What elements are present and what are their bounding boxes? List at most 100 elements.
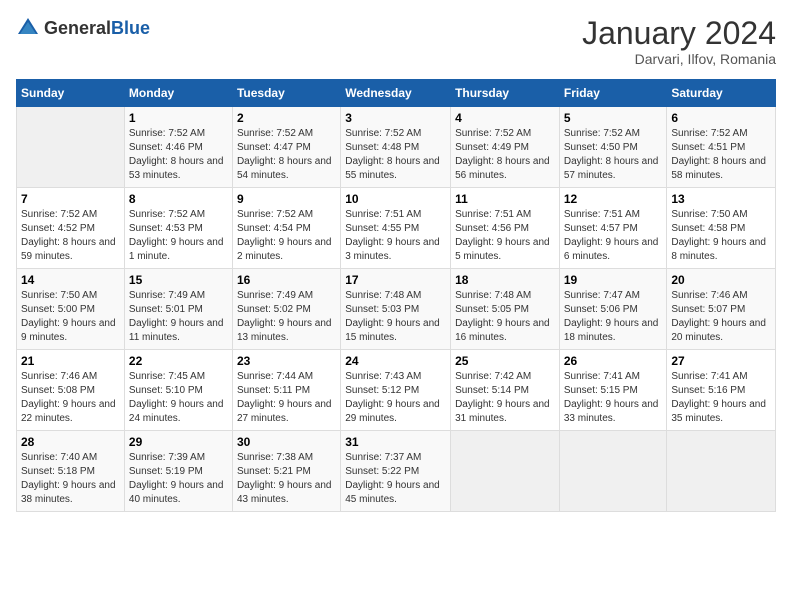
calendar-cell: 11Sunrise: 7:51 AMSunset: 4:56 PMDayligh… bbox=[451, 188, 560, 269]
day-info: Sunrise: 7:52 AMSunset: 4:47 PMDaylight:… bbox=[237, 127, 336, 183]
week-row-5: 28 Sunrise: 7:40 AMSunset: 5:18 PMDayligh… bbox=[17, 431, 776, 512]
day-number: 17 bbox=[345, 273, 446, 287]
logo-icon bbox=[16, 16, 40, 40]
day-number: 2 bbox=[237, 111, 336, 125]
calendar-cell: 4 Sunrise: 7:52 AMSunset: 4:49 PMDaylight… bbox=[451, 107, 560, 188]
calendar-cell bbox=[17, 107, 125, 188]
header-cell-saturday: Saturday bbox=[667, 80, 776, 107]
day-info: Sunrise: 7:38 AMSunset: 5:21 PMDaylight:… bbox=[237, 451, 336, 507]
day-info: Sunrise: 7:47 AMSunset: 5:06 PMDaylight:… bbox=[564, 289, 663, 345]
header-cell-tuesday: Tuesday bbox=[232, 80, 340, 107]
calendar-cell: 7 Sunrise: 7:52 AMSunset: 4:52 PMDaylight… bbox=[17, 188, 125, 269]
calendar-cell: 24 Sunrise: 7:43 AMSunset: 5:12 PMDayligh… bbox=[341, 350, 451, 431]
day-number: 6 bbox=[671, 111, 771, 125]
day-info: Sunrise: 7:52 AMSunset: 4:53 PMDaylight:… bbox=[129, 208, 228, 264]
calendar-cell: 18Sunrise: 7:48 AMSunset: 5:05 PMDayligh… bbox=[451, 269, 560, 350]
calendar-cell: 8 Sunrise: 7:52 AMSunset: 4:53 PMDaylight… bbox=[124, 188, 232, 269]
day-number: 28 bbox=[21, 435, 120, 449]
calendar-cell bbox=[451, 431, 560, 512]
day-info: Sunrise: 7:52 AMSunset: 4:46 PMDaylight:… bbox=[129, 127, 228, 183]
day-number: 8 bbox=[129, 192, 228, 206]
calendar-header: SundayMondayTuesdayWednesdayThursdayFrid… bbox=[17, 80, 776, 107]
header-cell-sunday: Sunday bbox=[17, 80, 125, 107]
day-info: Sunrise: 7:52 AMSunset: 4:48 PMDaylight:… bbox=[345, 127, 446, 183]
logo-text: GeneralBlue bbox=[44, 18, 150, 39]
calendar-cell: 17 Sunrise: 7:48 AMSunset: 5:03 PMDayligh… bbox=[341, 269, 451, 350]
week-row-3: 14 Sunrise: 7:50 AMSunset: 5:00 PMDayligh… bbox=[17, 269, 776, 350]
day-number: 16 bbox=[237, 273, 336, 287]
day-number: 24 bbox=[345, 354, 446, 368]
day-info: Sunrise: 7:41 AMSunset: 5:16 PMDaylight:… bbox=[671, 370, 771, 426]
calendar-cell: 16 Sunrise: 7:49 AMSunset: 5:02 PMDayligh… bbox=[232, 269, 340, 350]
calendar-cell: 14 Sunrise: 7:50 AMSunset: 5:00 PMDayligh… bbox=[17, 269, 125, 350]
day-number: 29 bbox=[129, 435, 228, 449]
day-info: Sunrise: 7:46 AMSunset: 5:08 PMDaylight:… bbox=[21, 370, 120, 426]
day-info: Sunrise: 7:51 AMSunset: 4:56 PMDaylight:… bbox=[455, 208, 555, 264]
calendar-cell bbox=[559, 431, 667, 512]
header-cell-friday: Friday bbox=[559, 80, 667, 107]
calendar-cell: 15Sunrise: 7:49 AMSunset: 5:01 PMDayligh… bbox=[124, 269, 232, 350]
day-number: 15 bbox=[129, 273, 228, 287]
day-number: 3 bbox=[345, 111, 446, 125]
calendar-cell: 13Sunrise: 7:50 AMSunset: 4:58 PMDayligh… bbox=[667, 188, 776, 269]
day-number: 1 bbox=[129, 111, 228, 125]
day-number: 14 bbox=[21, 273, 120, 287]
day-info: Sunrise: 7:44 AMSunset: 5:11 PMDaylight:… bbox=[237, 370, 336, 426]
day-info: Sunrise: 7:41 AMSunset: 5:15 PMDaylight:… bbox=[564, 370, 663, 426]
calendar-cell: 1 Sunrise: 7:52 AMSunset: 4:46 PMDaylight… bbox=[124, 107, 232, 188]
header-row: SundayMondayTuesdayWednesdayThursdayFrid… bbox=[17, 80, 776, 107]
day-info: Sunrise: 7:49 AMSunset: 5:02 PMDaylight:… bbox=[237, 289, 336, 345]
day-info: Sunrise: 7:50 AMSunset: 4:58 PMDaylight:… bbox=[671, 208, 771, 264]
calendar-cell bbox=[667, 431, 776, 512]
day-info: Sunrise: 7:39 AMSunset: 5:19 PMDaylight:… bbox=[129, 451, 228, 507]
month-year-title: January 2024 bbox=[582, 16, 776, 51]
day-info: Sunrise: 7:48 AMSunset: 5:05 PMDaylight:… bbox=[455, 289, 555, 345]
day-number: 22 bbox=[129, 354, 228, 368]
location-subtitle: Darvari, Ilfov, Romania bbox=[582, 51, 776, 67]
calendar-cell: 30 Sunrise: 7:38 AMSunset: 5:21 PMDayligh… bbox=[232, 431, 340, 512]
day-number: 27 bbox=[671, 354, 771, 368]
day-number: 4 bbox=[455, 111, 555, 125]
day-info: Sunrise: 7:51 AMSunset: 4:55 PMDaylight:… bbox=[345, 208, 446, 264]
day-info: Sunrise: 7:43 AMSunset: 5:12 PMDaylight:… bbox=[345, 370, 446, 426]
calendar-cell: 21 Sunrise: 7:46 AMSunset: 5:08 PMDayligh… bbox=[17, 350, 125, 431]
day-info: Sunrise: 7:52 AMSunset: 4:52 PMDaylight:… bbox=[21, 208, 120, 264]
day-info: Sunrise: 7:48 AMSunset: 5:03 PMDaylight:… bbox=[345, 289, 446, 345]
day-info: Sunrise: 7:42 AMSunset: 5:14 PMDaylight:… bbox=[455, 370, 555, 426]
calendar-cell: 2 Sunrise: 7:52 AMSunset: 4:47 PMDaylight… bbox=[232, 107, 340, 188]
day-number: 31 bbox=[345, 435, 446, 449]
calendar-cell: 5Sunrise: 7:52 AMSunset: 4:50 PMDaylight… bbox=[559, 107, 667, 188]
day-number: 9 bbox=[237, 192, 336, 206]
calendar-cell: 3 Sunrise: 7:52 AMSunset: 4:48 PMDaylight… bbox=[341, 107, 451, 188]
day-info: Sunrise: 7:50 AMSunset: 5:00 PMDaylight:… bbox=[21, 289, 120, 345]
day-number: 25 bbox=[455, 354, 555, 368]
day-info: Sunrise: 7:37 AMSunset: 5:22 PMDaylight:… bbox=[345, 451, 446, 507]
calendar-cell: 31 Sunrise: 7:37 AMSunset: 5:22 PMDayligh… bbox=[341, 431, 451, 512]
calendar-cell: 6 Sunrise: 7:52 AMSunset: 4:51 PMDaylight… bbox=[667, 107, 776, 188]
calendar-cell: 26 Sunrise: 7:41 AMSunset: 5:15 PMDayligh… bbox=[559, 350, 667, 431]
day-number: 19 bbox=[564, 273, 663, 287]
day-info: Sunrise: 7:52 AMSunset: 4:49 PMDaylight:… bbox=[455, 127, 555, 183]
logo: GeneralBlue bbox=[16, 16, 150, 40]
day-info: Sunrise: 7:52 AMSunset: 4:54 PMDaylight:… bbox=[237, 208, 336, 264]
title-block: January 2024 Darvari, Ilfov, Romania bbox=[582, 16, 776, 67]
calendar-cell: 10Sunrise: 7:51 AMSunset: 4:55 PMDayligh… bbox=[341, 188, 451, 269]
week-row-1: 1 Sunrise: 7:52 AMSunset: 4:46 PMDaylight… bbox=[17, 107, 776, 188]
day-number: 30 bbox=[237, 435, 336, 449]
calendar-cell: 20Sunrise: 7:46 AMSunset: 5:07 PMDayligh… bbox=[667, 269, 776, 350]
calendar-cell: 22Sunrise: 7:45 AMSunset: 5:10 PMDayligh… bbox=[124, 350, 232, 431]
week-row-2: 7 Sunrise: 7:52 AMSunset: 4:52 PMDaylight… bbox=[17, 188, 776, 269]
day-number: 23 bbox=[237, 354, 336, 368]
header-cell-thursday: Thursday bbox=[451, 80, 560, 107]
calendar-cell: 28 Sunrise: 7:40 AMSunset: 5:18 PMDayligh… bbox=[17, 431, 125, 512]
calendar-table: SundayMondayTuesdayWednesdayThursdayFrid… bbox=[16, 79, 776, 512]
day-number: 21 bbox=[21, 354, 120, 368]
calendar-cell: 9 Sunrise: 7:52 AMSunset: 4:54 PMDaylight… bbox=[232, 188, 340, 269]
day-number: 7 bbox=[21, 192, 120, 206]
calendar-body: 1 Sunrise: 7:52 AMSunset: 4:46 PMDaylight… bbox=[17, 107, 776, 512]
day-number: 12 bbox=[564, 192, 663, 206]
calendar-cell: 29 Sunrise: 7:39 AMSunset: 5:19 PMDayligh… bbox=[124, 431, 232, 512]
day-number: 26 bbox=[564, 354, 663, 368]
day-info: Sunrise: 7:40 AMSunset: 5:18 PMDaylight:… bbox=[21, 451, 120, 507]
day-info: Sunrise: 7:52 AMSunset: 4:51 PMDaylight:… bbox=[671, 127, 771, 183]
